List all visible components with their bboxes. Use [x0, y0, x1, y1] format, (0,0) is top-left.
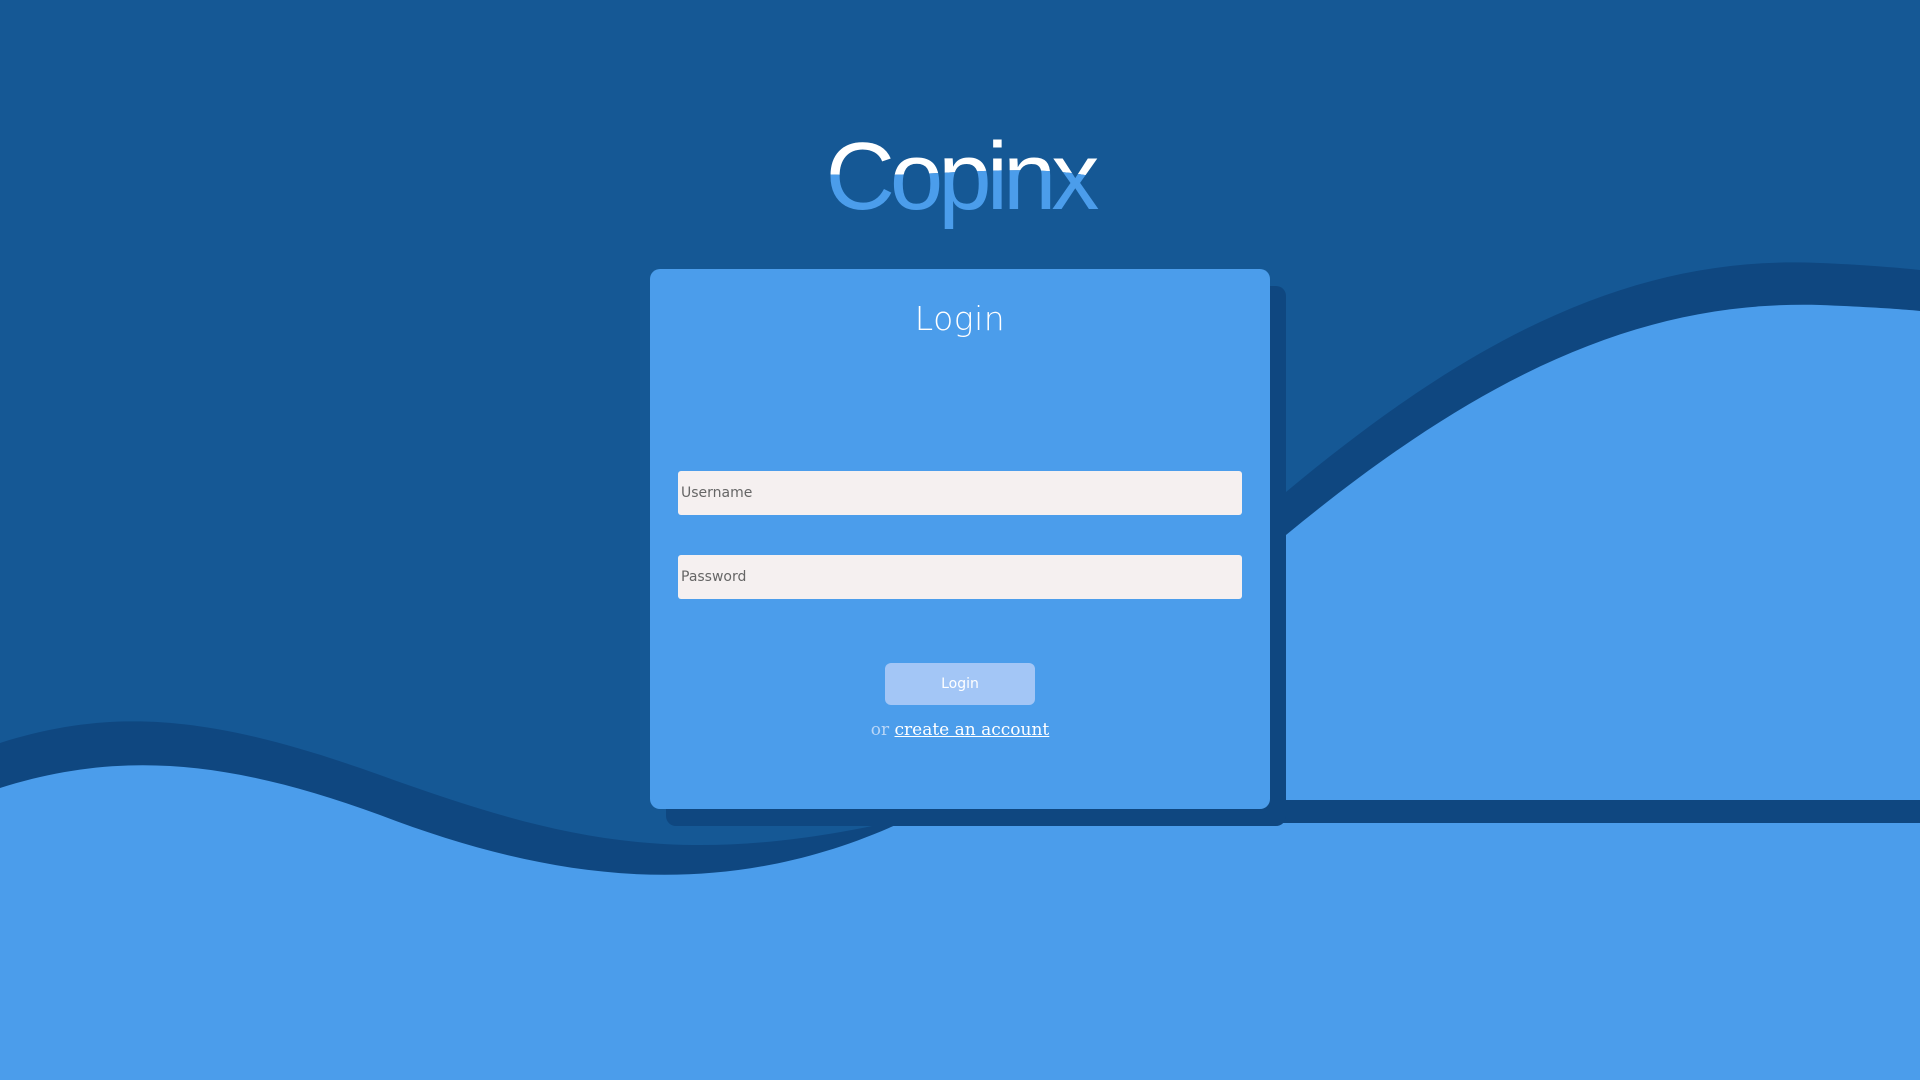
login-button[interactable]: Login: [885, 663, 1035, 705]
signup-line: or create an account: [650, 720, 1270, 740]
signup-prefix: or: [870, 720, 890, 740]
login-title: Login: [914, 299, 1006, 338]
create-account-link[interactable]: create an account: [895, 720, 1050, 740]
copinx-logo: Copinx Copinx: [826, 123, 1100, 230]
password-input[interactable]: [678, 555, 1242, 599]
username-input[interactable]: [678, 471, 1242, 515]
login-card: Login Login or create an account: [650, 269, 1270, 809]
